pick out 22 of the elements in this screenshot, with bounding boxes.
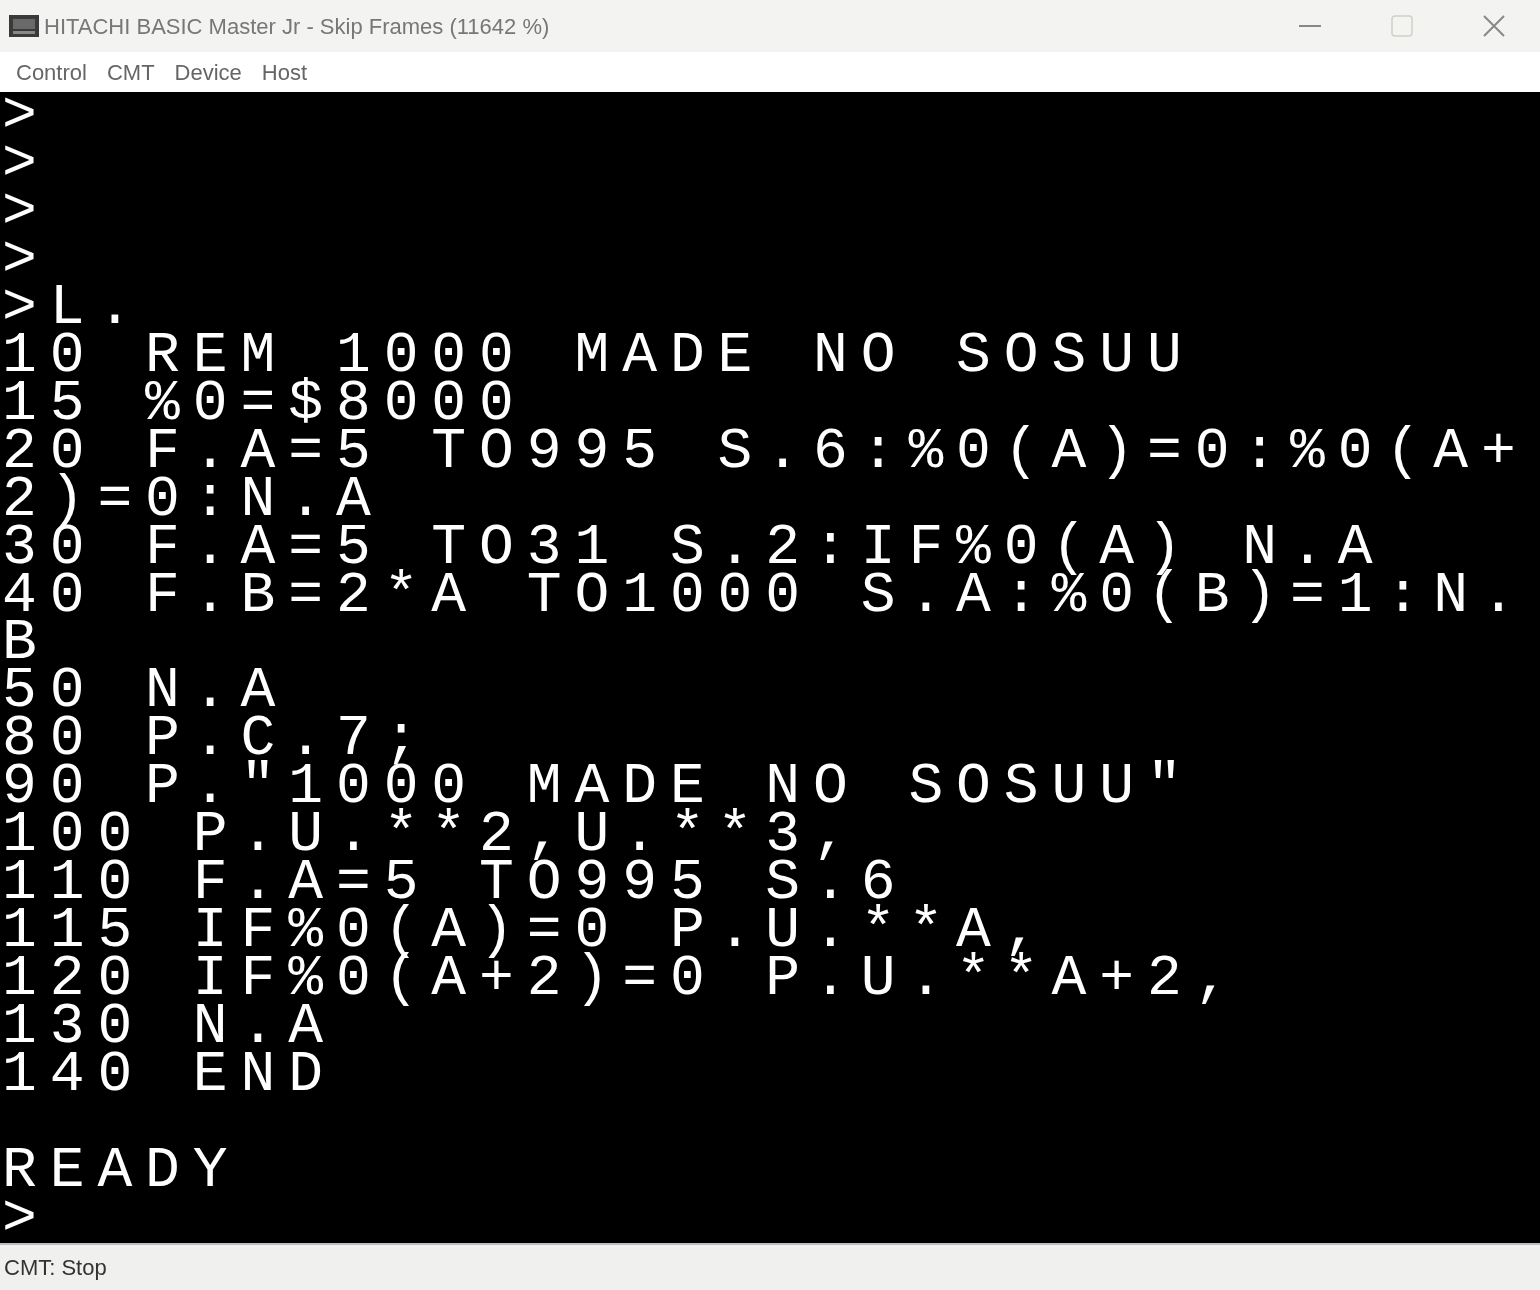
screen-text-line: >	[2, 187, 50, 236]
screen-text-line: 50 N.A	[2, 667, 289, 716]
menu-item[interactable]: Device	[164, 55, 252, 89]
screen-text-line: >	[2, 1194, 50, 1243]
screen-text-line: >L.	[2, 283, 146, 332]
minimize-icon	[1299, 24, 1321, 28]
screen-text-line: 140 END	[2, 1051, 336, 1099]
screen-text-line: 130 N.A	[2, 1003, 336, 1052]
screen-text-line: READY	[2, 1146, 241, 1195]
screen-text-line: 15 %0=$8000	[2, 379, 527, 428]
maximize-icon	[1391, 15, 1413, 37]
close-icon	[1483, 15, 1505, 37]
status-text: CMT: Stop	[4, 1254, 107, 1282]
menu-item[interactable]: CMT	[96, 55, 165, 89]
screen-text-line: B	[2, 619, 50, 668]
window-title: HITACHI BASIC Master Jr - Skip Frames (11642 %)	[44, 12, 550, 41]
monitor-icon	[8, 14, 40, 38]
screen-text-line: >	[2, 92, 50, 140]
menu-item[interactable]: Host	[251, 55, 318, 89]
menu-item[interactable]: Control	[6, 55, 97, 89]
screen-text-line: >	[2, 235, 50, 284]
screen-text-line: >	[2, 139, 50, 188]
